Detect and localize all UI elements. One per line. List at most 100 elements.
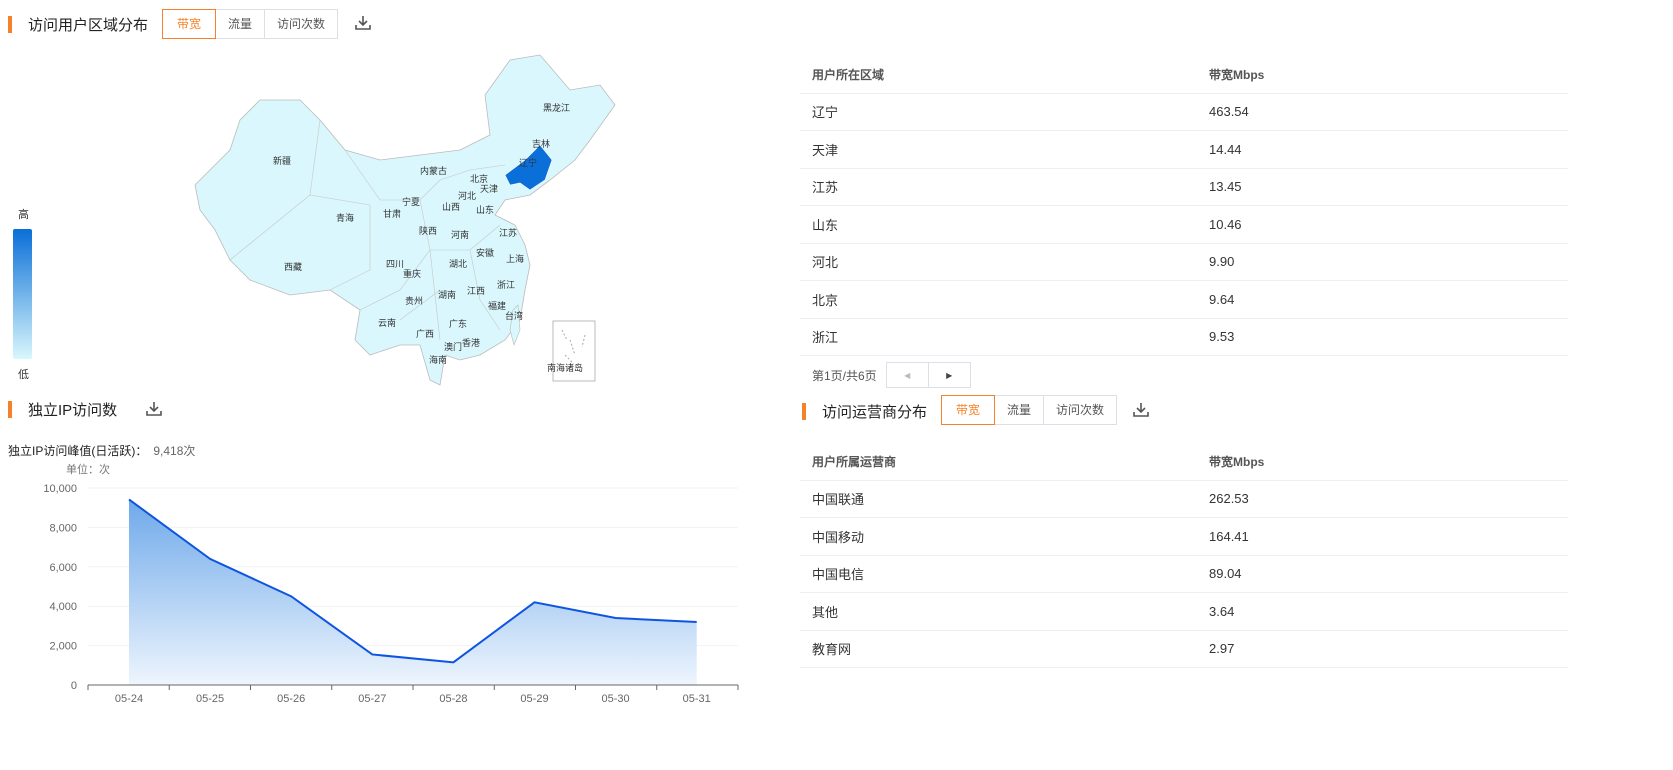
cell-name: 其他 <box>812 604 839 620</box>
table-row: 北京 9.64 <box>800 281 1568 319</box>
map-label: 香港 <box>462 338 481 348</box>
table-row: 河北 9.90 <box>800 244 1568 281</box>
map-label: 内蒙古 <box>420 166 448 176</box>
cell-value: 10.46 <box>1209 216 1242 232</box>
peak-info: 独立IP访问峰值(日活跃)： 9,418次 <box>8 444 196 458</box>
map-label: 南海诸岛 <box>547 363 584 373</box>
cell-value: 164.41 <box>1209 528 1249 544</box>
x-tick-label: 05-31 <box>683 693 711 705</box>
table-row: 山东 10.46 <box>800 206 1568 244</box>
map-label: 山东 <box>476 205 495 215</box>
x-tick-label: 05-30 <box>602 693 630 705</box>
map-label: 黑龙江 <box>543 103 571 113</box>
x-tick-label: 05-26 <box>277 693 305 705</box>
y-tick-label: 8,000 <box>49 522 77 534</box>
map-label: 台湾 <box>505 311 524 321</box>
map-label: 辽宁 <box>519 158 538 168</box>
cell-value: 3.64 <box>1209 603 1235 619</box>
next-page-button[interactable]: ▶ <box>927 362 971 388</box>
tab-bandwidth[interactable]: 带宽 <box>162 9 217 39</box>
table-row: 辽宁 463.54 <box>800 94 1568 131</box>
cell-name: 辽宁 <box>812 105 839 121</box>
cell-name: 中国电信 <box>812 567 865 583</box>
prev-page-button[interactable]: ◀ <box>885 362 929 388</box>
ip-area-chart[interactable]: 0 2,000 4,000 6,000 8,000 10,000 05-24 05-25 05-… <box>0 475 760 715</box>
cell-value: 262.53 <box>1209 491 1249 507</box>
map-label: 广东 <box>449 319 468 329</box>
cell-value: 463.54 <box>1209 104 1249 120</box>
cell-name: 河北 <box>812 255 839 271</box>
map-label: 江西 <box>467 286 486 296</box>
table-row: 中国联通 262.53 <box>800 481 1568 518</box>
map-label: 湖北 <box>449 259 468 269</box>
cell-name: 江苏 <box>812 180 839 196</box>
x-tick-label: 05-28 <box>439 693 467 705</box>
map-label: 陕西 <box>419 226 438 236</box>
map-label: 澳门 <box>444 342 463 352</box>
x-tick-label: 05-29 <box>520 693 548 705</box>
table-row: 天津 14.44 <box>800 131 1568 169</box>
map-label: 重庆 <box>403 269 422 279</box>
y-tick-label: 4,000 <box>49 601 77 613</box>
map-label: 安徽 <box>476 248 495 258</box>
map-label: 青海 <box>336 213 355 223</box>
cell-value: 13.45 <box>1209 179 1242 195</box>
tab-bandwidth[interactable]: 带宽 <box>941 395 996 425</box>
download-icon[interactable] <box>1132 401 1150 419</box>
map-label: 河北 <box>458 191 477 201</box>
map-label: 云南 <box>378 318 397 328</box>
map-label: 江苏 <box>499 228 518 238</box>
map-label: 山西 <box>442 202 461 212</box>
table-header: 用户所属运营商 带宽Mbps <box>800 443 1568 481</box>
map-label: 贵州 <box>405 296 424 306</box>
map-label: 四川 <box>386 259 405 269</box>
y-tick-label: 2,000 <box>49 641 77 653</box>
cell-name: 教育网 <box>812 642 852 658</box>
cell-name: 山东 <box>812 217 839 233</box>
cell-name: 中国联通 <box>812 492 865 508</box>
map-label: 宁夏 <box>402 197 421 207</box>
map-label: 河南 <box>451 230 470 240</box>
table-row: 教育网 2.97 <box>800 631 1568 668</box>
cell-value: 14.44 <box>1209 141 1242 157</box>
map-label: 吉林 <box>532 139 551 149</box>
region-table: 用户所在区域 带宽Mbps 辽宁 463.54 天津 14.44 江苏 13.45 山东 10.… <box>800 56 1568 356</box>
table-row: 浙江 9.53 <box>800 319 1568 356</box>
map-label: 上海 <box>506 254 525 264</box>
table-row: 中国移动 164.41 <box>800 518 1568 556</box>
map-label: 广西 <box>416 329 435 339</box>
tab-traffic[interactable]: 流量 <box>994 395 1045 425</box>
y-tick-label: 6,000 <box>49 562 77 574</box>
cell-value: 2.97 <box>1209 641 1235 657</box>
page-info: 第1页/共6页 <box>812 368 877 383</box>
y-tick-label: 0 <box>71 680 77 692</box>
x-tick-label: 05-24 <box>115 693 143 705</box>
cell-value: 89.04 <box>1209 566 1242 582</box>
cell-name: 天津 <box>812 142 839 158</box>
x-tick-label: 05-25 <box>196 693 224 705</box>
table-row: 其他 3.64 <box>800 593 1568 631</box>
cell-name: 浙江 <box>812 330 839 346</box>
map-label: 湖南 <box>438 290 457 300</box>
peak-value: 9,418次 <box>153 444 196 458</box>
x-tick-label: 05-27 <box>358 693 386 705</box>
table-row: 中国电信 89.04 <box>800 556 1568 593</box>
map-label: 天津 <box>480 184 499 194</box>
table-row: 江苏 13.45 <box>800 169 1568 206</box>
map-label: 甘肃 <box>383 209 402 219</box>
download-icon[interactable] <box>145 400 163 418</box>
y-tick-label: 10,000 <box>43 483 77 495</box>
table-header: 用户所在区域 带宽Mbps <box>800 56 1568 94</box>
ip-section-title: 独立IP访问数 <box>8 399 117 420</box>
tab-visits[interactable]: 访问次数 <box>1043 395 1118 425</box>
map-label: 浙江 <box>497 280 516 290</box>
cell-name: 北京 <box>812 292 839 308</box>
pagination: 第1页/共6页 ◀ ▶ <box>812 362 971 388</box>
map-label: 西藏 <box>284 262 303 272</box>
map-label: 新疆 <box>273 156 292 166</box>
cell-value: 9.90 <box>1209 254 1235 270</box>
china-map[interactable] <box>0 0 800 400</box>
operator-section-title: 访问运营商分布 <box>802 401 927 422</box>
cell-value: 9.53 <box>1209 329 1235 345</box>
operator-table: 用户所属运营商 带宽Mbps 中国联通 262.53 中国移动 164.41 中国电信 89… <box>800 443 1568 668</box>
